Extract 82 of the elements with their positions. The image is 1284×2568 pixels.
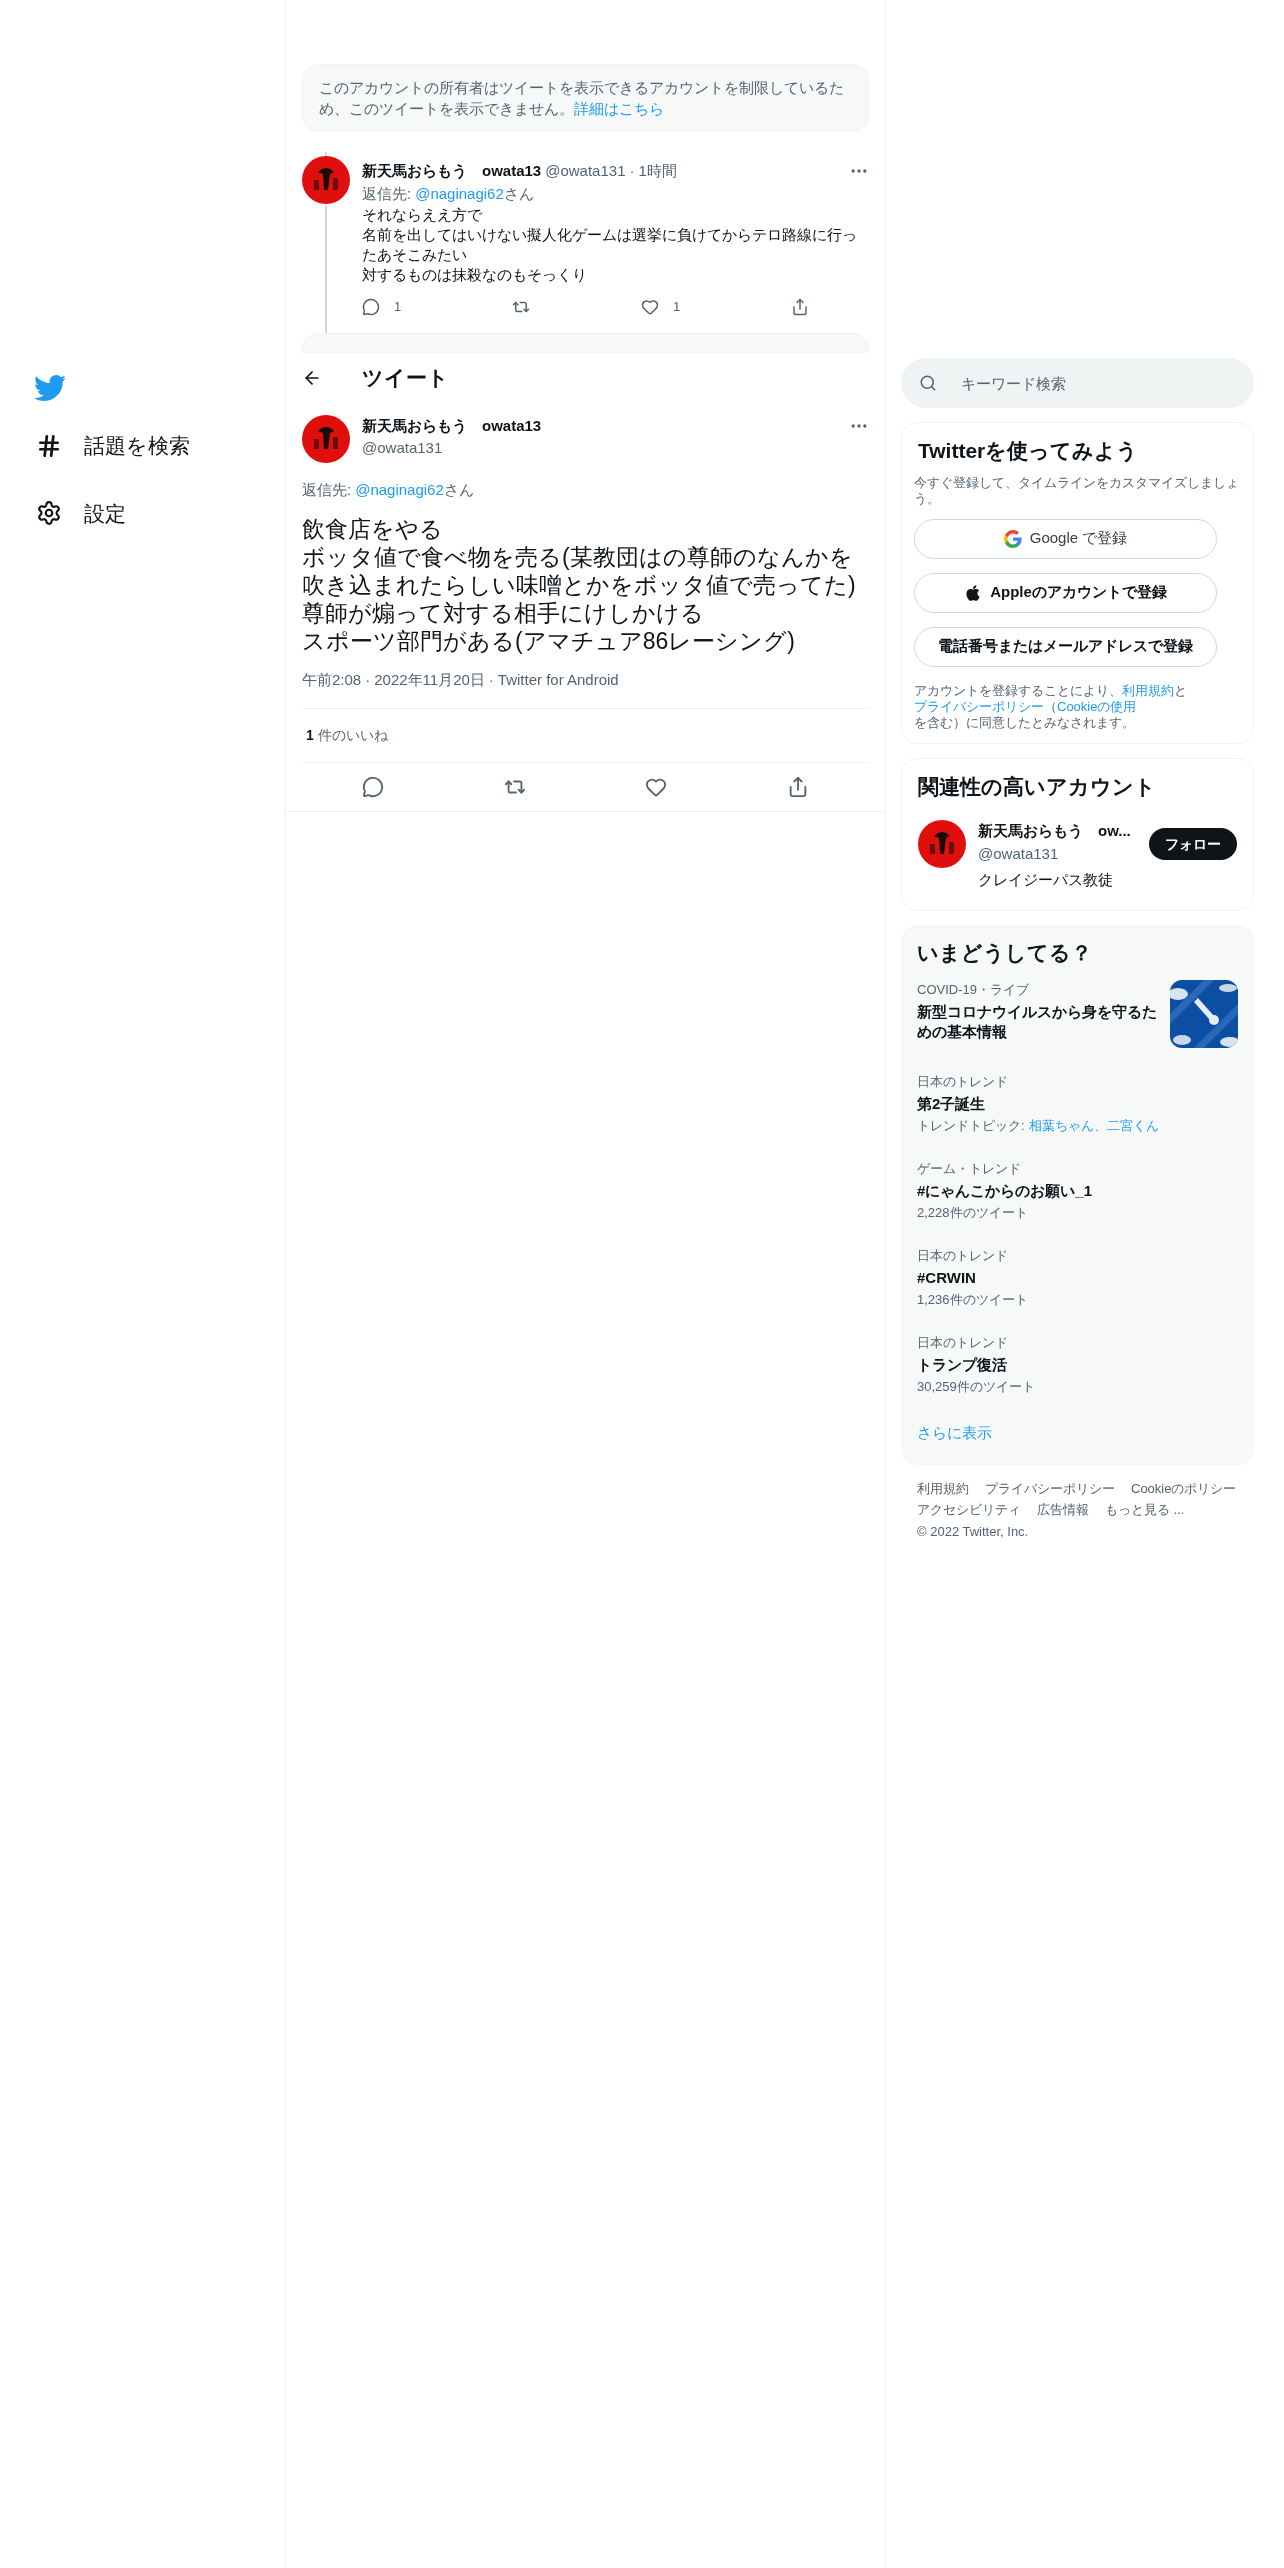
trend-category: 日本のトレンド [917,1073,1009,1091]
tweet-count: 2,228件のツイート [917,1203,1029,1222]
tweet-date[interactable]: 2022年11月20日 [374,669,485,692]
restricted-notice: このアカウントの所有者はツイートを表示できるアカウントを制限しているため、このツイートを表示できません。詳細はこちら [302,64,869,132]
trend-category: ゲーム・トレンド [917,1160,1022,1178]
like-label[interactable]: 件のいいね [317,724,388,746]
trend-title: 第2子誕生 [917,1093,987,1114]
footer-link[interactable]: アクセシビリティ [917,1500,1021,1520]
tweet-text: 飲食店をやる [302,515,444,543]
search-icon [919,374,937,392]
trend-item[interactable]: ゲーム・トレンド #にゃんこからのお願い_1 2,228件のツイート [901,1147,1254,1234]
legal-text: アカウントを登録することにより、 [914,682,1122,698]
trend-title: 新型コロナウイルスから身を守るための基本情報 [917,1001,1158,1042]
legal-text: とみなされます。 [1031,714,1135,730]
trend-item[interactable]: 日本のトレンド #CRWIN 1,236件のツイート [901,1234,1254,1321]
footer-link[interactable]: もっと見る ... [1105,1500,1185,1520]
tweet-text: スポーツ部門がある(アマチュア86レーシング) [302,627,796,655]
hashtag-icon [36,432,62,459]
legal-text: （ [1044,698,1057,714]
trend-title: トランプ復活 [917,1354,1008,1375]
tweet-source[interactable]: Twitter for Android [497,669,619,692]
tweet-time: 1時間 [638,161,677,181]
reply-count: 1 [394,298,402,316]
user-bio: クレイジーパス教徒 [978,870,1114,890]
tweet-text: 尊師が煽って対する相手にけしかける [302,599,705,627]
dot-separator: · [488,670,494,690]
card-subtitle: 今すぐ登録して、タイムラインをカスタマイズしましょう。 [914,474,1240,507]
trend-title: #CRWIN [917,1267,977,1288]
tweet-time[interactable]: 午前2:08 [302,669,362,692]
footer-link[interactable]: プライバシーポリシー [985,1478,1115,1498]
trend-item[interactable]: 日本のトレンド 第2子誕生 トレンドトピック: 相葉ちゃん、二宮くん [901,1060,1254,1147]
display-name[interactable]: 新天馬おらもう ow... [978,820,1137,843]
footer-link[interactable]: 広告情報 [1037,1500,1089,1520]
like-icon[interactable] [640,297,659,316]
tweet-count: 30,259件のツイート [917,1377,1036,1396]
user-handle: @owata131 [978,843,1060,864]
reply-icon[interactable] [362,297,380,316]
tweet-text: それならええ方で [362,205,483,225]
card-title: 関連性の高いアカウント [918,773,1157,800]
reply-to-label: 返信先: [362,183,412,204]
topic-label: トレンドトピック: [917,1116,1025,1135]
copyright: © 2022 Twitter, Inc. [917,1522,1029,1541]
legal-text: と [1174,682,1187,698]
card-title: いまどうしてる？ [916,939,1093,967]
dot-separator: · [365,670,371,690]
legal-text: を含む）に同意した [914,714,1031,730]
sidebar-item[interactable]: 話題を検索 [30,416,285,476]
trend-item[interactable]: 日本のトレンド トランプ復活 30,259件のツイート [901,1321,1254,1408]
like-count[interactable]: 1 [306,724,314,746]
sidebar-item[interactable]: 設定 [30,483,285,543]
reply-to-suffix: さん [503,183,534,204]
trend-title: #にゃんこからのお願い_1 [917,1180,1094,1201]
display-name[interactable]: 新天馬おらもう owata13 [362,160,542,183]
avatar[interactable] [302,156,350,204]
google-icon [1003,529,1022,548]
reply-to-label: 返信先: [302,479,352,500]
user-handle: @owata131 [545,161,626,181]
tweet-count: 1,236件のツイート [917,1290,1029,1309]
reply-icon[interactable] [361,775,384,798]
settings-icon [36,500,62,527]
reply-to-suffix: さん [443,479,474,500]
dot-separator: · [629,161,635,181]
tweet-text: ボッタ値で食べ物を売る(某教団はの尊師のなんかを吹き込まれたらしい味噌とかをボッタ値で売ってた) [302,543,857,599]
card-title: Twitterを使ってみよう [917,438,1140,465]
share-icon[interactable] [791,297,809,316]
bird-icon[interactable] [34,372,66,404]
tweet-text: 名前を出してはいけない擬人化ゲームは選挙に負けてからテロ路線に行ったあそこみたい [362,225,858,265]
user-handle: @owata131 [362,438,444,458]
like-count: 1 [672,298,681,316]
footer-link[interactable]: Cookieのポリシー [1131,1478,1237,1498]
trend-item[interactable]: COVID-19・ライブ 新型コロナウイルスから身を守るための基本情報 [901,968,1254,1060]
search-field[interactable]: キーワード検索 [901,358,1254,408]
tweet-text: 対するものは抹殺なのもそっくり [362,265,588,285]
trend-category: 日本のトレンド [917,1247,1009,1265]
follow-button[interactable]: フォロー [1149,828,1237,860]
trend-category: COVID-19・ライブ [917,981,1030,999]
display-name[interactable]: 新天馬おらもう owata13 [362,414,542,437]
avatar[interactable] [918,820,966,868]
trend-category: 日本のトレンド [917,1334,1009,1352]
avatar[interactable] [302,414,350,463]
footer-link[interactable]: 利用規約 [917,1478,969,1498]
page-title: ツイート [362,364,449,391]
